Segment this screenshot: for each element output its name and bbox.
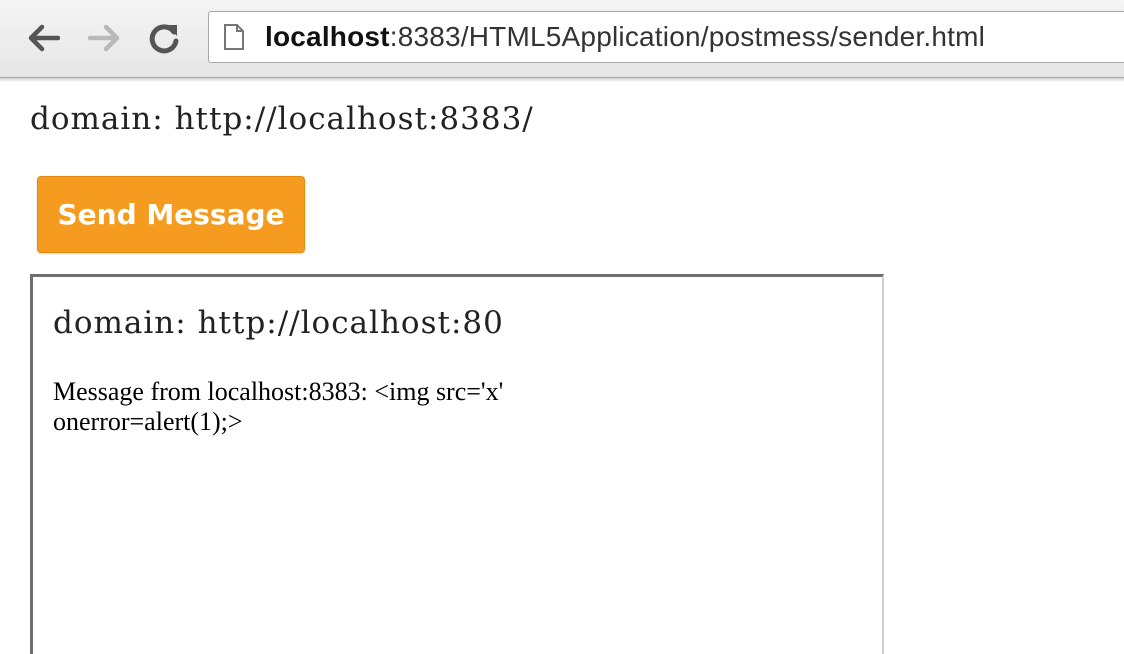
message-line-1: Message from localhost:8383: <img src='x… <box>53 377 504 406</box>
url-path: :8383/HTML5Application/postmess/sender.h… <box>389 21 986 52</box>
forward-button[interactable] <box>82 14 126 62</box>
receiver-iframe: domain: http://localhost:80 Message from… <box>30 274 884 654</box>
send-message-button[interactable]: Send Message <box>37 176 305 253</box>
address-url[interactable]: localhost:8383/HTML5Application/postmess… <box>265 21 985 53</box>
url-host: localhost <box>265 21 390 52</box>
browser-toolbar: localhost:8383/HTML5Application/postmess… <box>0 0 1124 78</box>
reload-icon <box>149 24 179 54</box>
back-arrow-icon <box>28 24 60 52</box>
address-bar[interactable]: localhost:8383/HTML5Application/postmess… <box>208 11 1124 63</box>
page-domain-text: domain: http://localhost:8383/ <box>30 101 534 137</box>
iframe-domain-text: domain: http://localhost:80 <box>53 305 504 341</box>
forward-arrow-icon <box>88 24 120 52</box>
toolbar-divider <box>0 78 1124 82</box>
page-icon <box>223 23 247 51</box>
message-line-2: onerror=alert(1);> <box>53 407 243 436</box>
reload-button[interactable] <box>142 14 186 62</box>
back-button[interactable] <box>22 14 66 62</box>
received-message: Message from localhost:8383: <img src='x… <box>53 377 673 437</box>
